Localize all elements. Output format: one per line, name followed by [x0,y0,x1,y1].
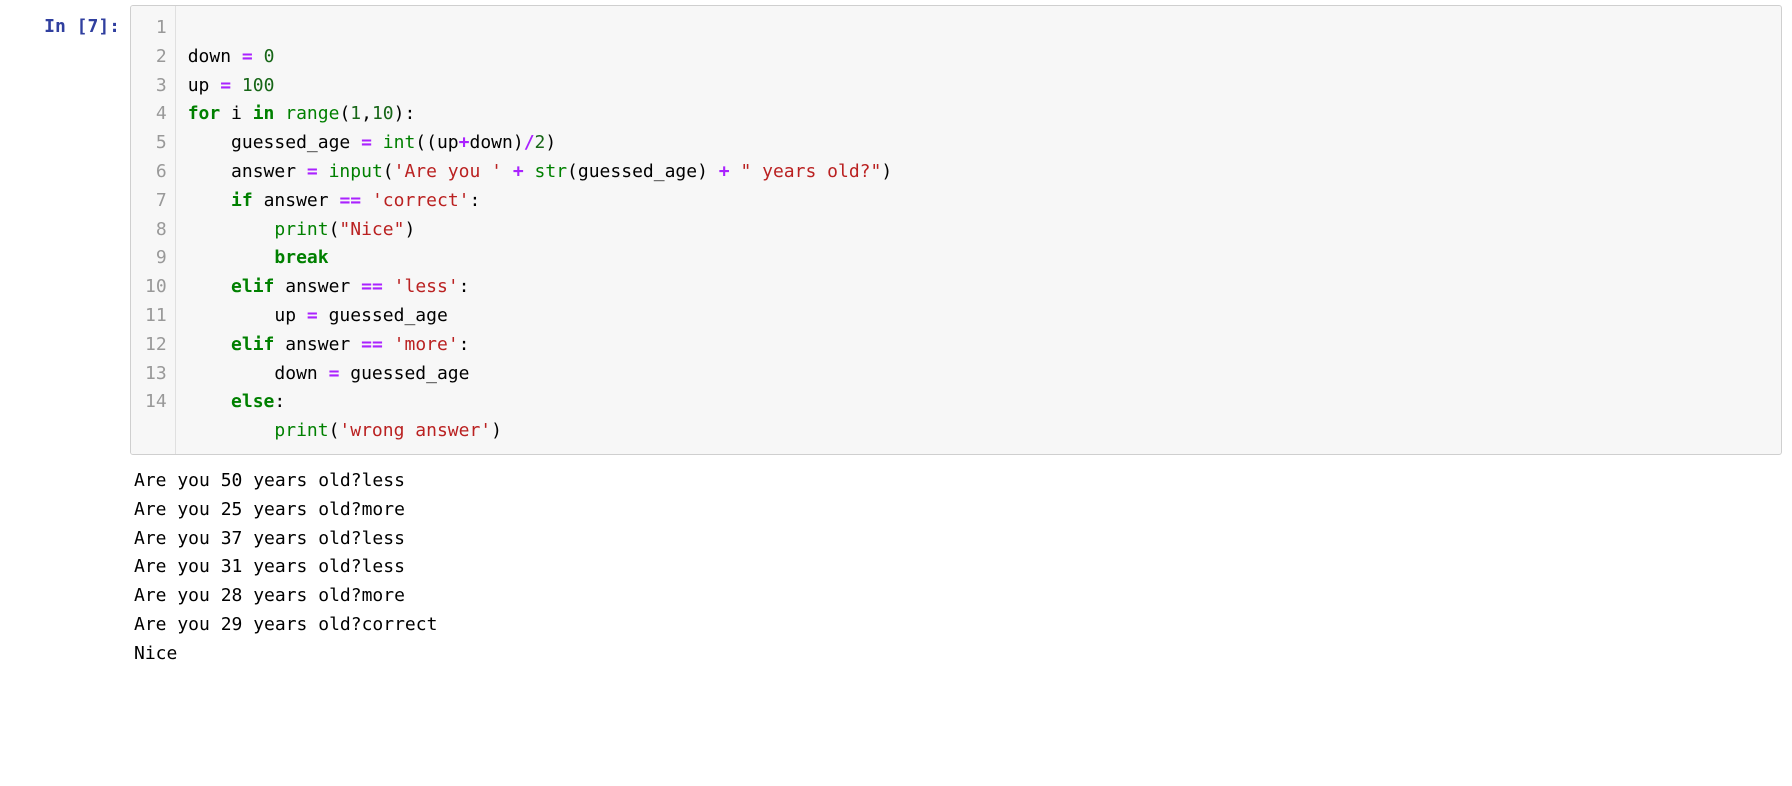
line-number: 8 [145,216,167,245]
line-number: 6 [145,158,167,187]
code-line: down = guessed_age [188,360,1769,389]
code-line: up = guessed_age [188,302,1769,331]
output-line: Are you 28 years old?more [134,585,405,606]
cell-main: 1 2 3 4 5 6 7 8 9 10 11 12 13 14 down = … [130,5,1782,669]
line-number: 2 [145,43,167,72]
code-line: if answer == 'correct': [188,187,1769,216]
output-line: Nice [134,643,177,664]
line-number: 4 [145,100,167,129]
line-number: 3 [145,72,167,101]
line-number: 5 [145,129,167,158]
output-line: Are you 50 years old?less [134,470,405,491]
code-line: elif answer == 'more': [188,331,1769,360]
line-number: 12 [145,331,167,360]
cell-output: Are you 50 years old?less Are you 25 yea… [130,455,1782,669]
output-line: Are you 29 years old?correct [134,614,437,635]
code-line: for i in range(1,10): [188,100,1769,129]
prompt-close: ]: [98,16,120,37]
code-input-area[interactable]: 1 2 3 4 5 6 7 8 9 10 11 12 13 14 down = … [130,5,1782,455]
line-number: 11 [145,302,167,331]
code-line: answer = input('Are you ' + str(guessed_… [188,158,1769,187]
line-number: 10 [145,273,167,302]
code-line: print('wrong answer') [188,417,1769,446]
output-line: Are you 37 years old?less [134,528,405,549]
code-line: else: [188,388,1769,417]
prompt-in: In [44,16,77,37]
line-number-gutter: 1 2 3 4 5 6 7 8 9 10 11 12 13 14 [131,6,176,454]
code-line: guessed_age = int((up+down)/2) [188,129,1769,158]
code-line: up = 100 [188,72,1769,101]
prompt-open: [ [77,16,88,37]
code-line: down = 0 [188,43,1769,72]
prompt-number: 7 [87,16,98,37]
line-number: 14 [145,388,167,417]
output-line: Are you 25 years old?more [134,499,405,520]
code-line: elif answer == 'less': [188,273,1769,302]
input-prompt: In [7]: [10,5,130,42]
line-number: 7 [145,187,167,216]
output-line: Are you 31 years old?less [134,556,405,577]
code-line: print("Nice") [188,216,1769,245]
code-line: break [188,244,1769,273]
line-number: 13 [145,360,167,389]
line-number: 9 [145,244,167,273]
notebook-cell: In [7]: 1 2 3 4 5 6 7 8 9 10 11 12 13 14… [0,0,1792,679]
code-editor[interactable]: down = 0up = 100for i in range(1,10): gu… [176,6,1781,454]
line-number: 1 [145,14,167,43]
